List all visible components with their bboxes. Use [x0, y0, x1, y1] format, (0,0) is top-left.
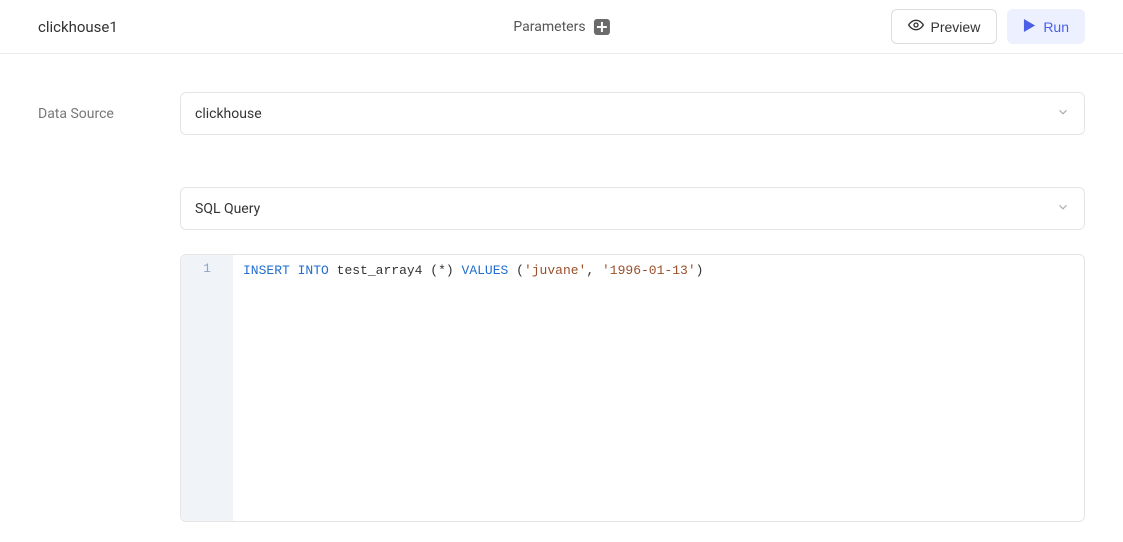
content-area: Data Source clickhouse SQL Query 1 INSER… [0, 54, 1123, 542]
parameters-section: Parameters [513, 19, 609, 35]
query-section: SQL Query [180, 187, 1085, 230]
sql-token-str: '1996-01-13' [602, 263, 696, 278]
preview-button-label: Preview [931, 19, 981, 35]
datasource-select[interactable]: clickhouse [180, 92, 1085, 135]
play-icon [1023, 19, 1036, 35]
datasource-row: Data Source clickhouse [38, 92, 1085, 135]
header-actions: Preview Run [891, 9, 1085, 44]
plus-icon [597, 22, 607, 32]
sql-token-punct: (*) [430, 263, 453, 278]
sql-token-kw: INSERT [243, 263, 290, 278]
sql-token-punct: , [586, 263, 594, 278]
sql-token-kw: VALUES [462, 263, 509, 278]
preview-button[interactable]: Preview [891, 9, 998, 44]
line-number: 1 [181, 261, 233, 276]
chevron-down-icon [1056, 104, 1070, 123]
sql-token-punct: ) [696, 263, 704, 278]
datasource-label: Data Source [38, 106, 180, 122]
resource-name[interactable]: clickhouse1 [38, 18, 118, 36]
sql-token-str: 'juvane' [524, 263, 586, 278]
sql-token-kw: INTO [298, 263, 329, 278]
sql-editor[interactable]: 1 INSERT INTO test_array4 (*) VALUES ('j… [180, 254, 1085, 522]
eye-icon [908, 17, 924, 36]
sql-token-punct: ( [516, 263, 524, 278]
query-type-value: SQL Query [195, 201, 260, 217]
add-parameter-button[interactable] [594, 19, 610, 35]
chevron-down-icon [1056, 199, 1070, 218]
run-button[interactable]: Run [1007, 9, 1085, 44]
run-button-label: Run [1043, 19, 1069, 35]
datasource-value: clickhouse [195, 106, 262, 122]
editor-gutter: 1 [181, 255, 233, 521]
query-type-select[interactable]: SQL Query [180, 187, 1085, 230]
sql-token-ident: test_array4 [337, 263, 423, 278]
parameters-label: Parameters [513, 19, 585, 35]
header-bar: clickhouse1 Parameters Preview Run [0, 0, 1123, 54]
code-area[interactable]: INSERT INTO test_array4 (*) VALUES ('juv… [233, 255, 1084, 521]
